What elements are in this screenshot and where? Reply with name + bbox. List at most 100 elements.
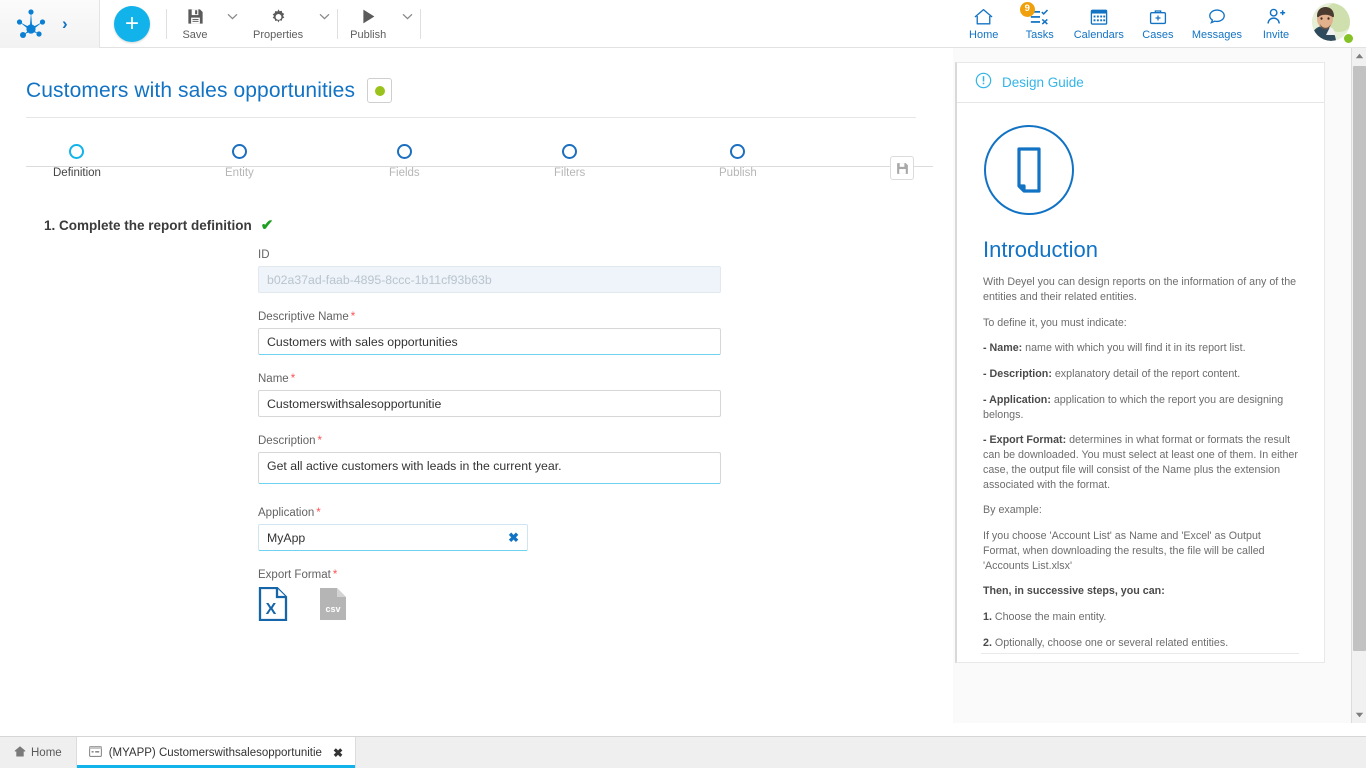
guide-paragraph: With Deyel you can design reports on the… [983, 275, 1300, 305]
step-circle [232, 144, 247, 159]
taskbar-home-button[interactable]: Home [0, 737, 77, 768]
avatar[interactable] [1312, 3, 1354, 45]
svg-text:csv: csv [325, 604, 340, 614]
name-input[interactable] [258, 390, 721, 417]
nav-tasks-label: Tasks [1026, 29, 1054, 41]
guide-paragraph: - Description: explanatory detail of the… [983, 367, 1300, 382]
taskbar-tab-report[interactable]: (MYAPP) Customerswithsalesopportunitie ✖ [77, 737, 356, 768]
scroll-down-button[interactable] [1352, 707, 1366, 723]
sidebar-expand-icon[interactable]: › [62, 15, 68, 32]
save-label: Save [182, 29, 207, 41]
status-dot-icon [375, 86, 385, 96]
toolbar-actions: + Save [100, 0, 956, 48]
save-button[interactable]: Save [169, 1, 221, 47]
save-icon [186, 6, 205, 26]
export-format-csv-icon[interactable]: csv [318, 587, 348, 626]
invite-user-icon [1266, 6, 1287, 27]
export-format-label: Export Format* [258, 569, 953, 581]
guide-paragraph-list: With Deyel you can design reports on the… [981, 275, 1300, 663]
status-badge[interactable] [367, 78, 392, 103]
properties-label: Properties [253, 29, 303, 41]
window-icon [89, 746, 102, 760]
home-icon [973, 6, 994, 27]
guide-paragraph-term: 2. [983, 637, 992, 649]
scrollbar-thumb[interactable] [1353, 66, 1366, 651]
publish-button[interactable]: Publish [340, 1, 396, 47]
nav-messages-label: Messages [1192, 29, 1242, 41]
application-select[interactable]: MyApp ✖ [258, 524, 528, 551]
description-textarea[interactable] [258, 452, 721, 484]
guide-paragraph: Then, in successive steps, you can: [983, 584, 1300, 599]
application-window: › + Save [0, 0, 1366, 768]
step-label: Definition [53, 167, 101, 179]
save-dropdown-caret[interactable] [221, 1, 243, 47]
gear-icon [269, 6, 288, 26]
description-label: Description* [258, 435, 953, 447]
application-clear-icon[interactable]: ✖ [508, 531, 519, 544]
step-entity[interactable]: Entity [225, 144, 254, 179]
nav-home[interactable]: Home [956, 1, 1012, 47]
guide-inner-scrollbar[interactable] [1314, 103, 1323, 663]
top-toolbar: › + Save [0, 0, 1366, 48]
page-scrollbar[interactable] [1351, 48, 1366, 723]
publish-dropdown-caret[interactable] [396, 1, 418, 47]
properties-dropdown-caret[interactable] [313, 1, 335, 47]
export-format-label-text: Export Format [258, 569, 331, 581]
export-format-excel-icon[interactable]: X [258, 587, 288, 626]
step-circle [730, 144, 745, 159]
stepper-track [26, 166, 933, 167]
field-descriptive-name: Descriptive Name* [258, 311, 953, 355]
design-guide-title: Design Guide [1002, 75, 1084, 90]
field-name: Name* [258, 373, 953, 417]
tasks-badge: 9 [1020, 2, 1035, 17]
taskbar-tab-label: (MYAPP) Customerswithsalesopportunitie [109, 747, 322, 759]
nav-invite[interactable]: Invite [1248, 1, 1304, 47]
step-definition[interactable]: Definition [53, 144, 101, 179]
design-guide-header: Design Guide [957, 63, 1324, 103]
required-mark: * [333, 569, 337, 581]
nav-messages[interactable]: Messages [1186, 1, 1248, 47]
scroll-up-button[interactable] [1352, 48, 1366, 64]
svg-text:X: X [266, 601, 277, 618]
guide-paragraph-term: 1. [983, 611, 992, 623]
application-label: Application* [258, 507, 953, 519]
guide-heading: Introduction [983, 237, 1300, 263]
guide-paragraph: If you choose 'Account List' as Name and… [983, 529, 1300, 573]
step-fields[interactable]: Fields [389, 144, 420, 179]
application-value: MyApp [267, 531, 508, 545]
descriptive-name-label-text: Descriptive Name [258, 311, 349, 323]
wizard-stepper: Definition Entity Fields Filters Publish [0, 144, 953, 194]
deyel-logo[interactable] [14, 7, 48, 41]
stepper-save-button[interactable] [890, 156, 914, 180]
toolbar-divider-2 [337, 9, 338, 39]
step-label: Filters [554, 167, 585, 179]
descriptive-name-label: Descriptive Name* [258, 311, 953, 323]
application-label-text: Application [258, 507, 314, 519]
design-guide-panel: Design Guide Introduction With Deyel you… [953, 48, 1351, 723]
step-circle [397, 144, 412, 159]
design-guide-body: Introduction With Deyel you can design r… [957, 103, 1324, 663]
properties-button[interactable]: Properties [243, 1, 313, 47]
nav-calendars[interactable]: Calendars [1068, 1, 1130, 47]
taskbar-tab-close-icon[interactable]: ✖ [333, 746, 343, 760]
toolbar-divider-3 [420, 9, 421, 39]
section-complete-check-icon: ✔ [261, 218, 274, 233]
guide-paragraph: - Application: application to which the … [983, 393, 1300, 423]
page-title-row: Customers with sales opportunities [0, 48, 953, 103]
name-label: Name* [258, 373, 953, 385]
name-label-text: Name [258, 373, 289, 385]
nav-cases[interactable]: Cases [1130, 1, 1186, 47]
step-filters[interactable]: Filters [554, 144, 585, 179]
guide-paragraph: - Export Format: determines in what form… [983, 433, 1300, 492]
descriptive-name-input[interactable] [258, 328, 721, 355]
title-divider [26, 117, 916, 118]
guide-paragraph: 1. Choose the main entity. [983, 610, 1300, 625]
play-icon [359, 6, 378, 26]
document-icon [984, 125, 1074, 215]
step-publish[interactable]: Publish [719, 144, 757, 179]
field-application: Application* MyApp ✖ [258, 507, 953, 551]
nav-tasks[interactable]: 9 Tasks [1012, 1, 1068, 47]
add-new-button[interactable]: + [114, 6, 150, 42]
guide-paragraph: 2. Optionally, choose one or several rel… [983, 636, 1300, 651]
message-icon [1207, 6, 1227, 27]
